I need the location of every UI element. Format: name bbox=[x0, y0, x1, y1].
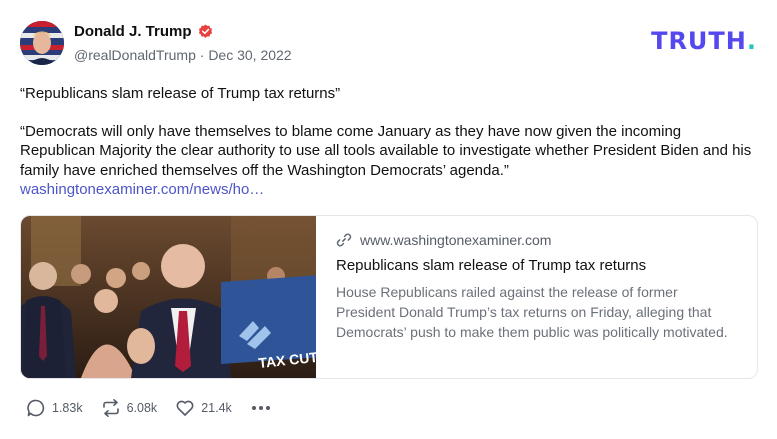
reply-button[interactable]: 1.83k bbox=[26, 398, 83, 418]
more-icon[interactable] bbox=[251, 406, 270, 410]
author-name[interactable]: Donald J. Trump bbox=[74, 23, 192, 40]
post-content: “Republicans slam release of Trump tax r… bbox=[20, 84, 760, 200]
retruth-count: 6.08k bbox=[126, 401, 158, 415]
reply-count: 1.83k bbox=[52, 401, 83, 415]
link-preview-image: TAX CUTS bbox=[21, 216, 316, 378]
link-preview-domain-row: www.washingtonexaminer.com bbox=[336, 232, 737, 248]
link-preview-description: House Republicans railed against the rel… bbox=[336, 284, 728, 340]
like-count: 21.4k bbox=[201, 401, 232, 415]
post-quote-title: “Republicans slam release of Trump tax r… bbox=[20, 85, 341, 102]
retruth-icon bbox=[102, 399, 119, 417]
post-body: “Democrats will only have themselves to … bbox=[20, 122, 752, 179]
reply-icon bbox=[27, 399, 45, 417]
link-preview-domain: www.washingtonexaminer.com bbox=[360, 232, 552, 248]
link-preview-body: www.washingtonexaminer.com Republicans s… bbox=[316, 216, 757, 378]
truth-logo[interactable]: TRUTH. bbox=[651, 27, 757, 55]
logo-dot: . bbox=[746, 27, 757, 55]
post-date[interactable]: Dec 30, 2022 bbox=[208, 47, 291, 63]
post-actions: 1.83k 6.08k 21.4k bbox=[26, 398, 270, 418]
like-button[interactable]: 21.4k bbox=[175, 398, 232, 418]
more-dot bbox=[258, 406, 263, 410]
author-name-row: Donald J. Trump bbox=[74, 23, 213, 40]
link-preview-card[interactable]: TAX CUTS www.washingtonexaminer.com Repu… bbox=[20, 215, 758, 379]
post-link[interactable]: washingtonexaminer.com/news/ho… bbox=[20, 180, 760, 200]
post-meta: @realDonaldTrump · Dec 30, 2022 bbox=[74, 47, 292, 63]
post-header: Donald J. Trump @realDonaldTrump · Dec 3… bbox=[20, 20, 757, 66]
like-icon bbox=[176, 400, 194, 416]
logo-text: TRUTH bbox=[651, 27, 747, 55]
avatar-image bbox=[20, 21, 64, 65]
meta-separator: · bbox=[199, 47, 205, 63]
author-handle[interactable]: @realDonaldTrump bbox=[74, 47, 196, 63]
link-icon bbox=[336, 233, 352, 247]
retruth-button[interactable]: 6.08k bbox=[101, 398, 158, 418]
link-preview-title[interactable]: Republicans slam release of Trump tax re… bbox=[336, 257, 737, 274]
more-dot bbox=[265, 406, 270, 410]
verified-badge-icon bbox=[198, 24, 212, 38]
more-dot bbox=[251, 406, 256, 410]
avatar[interactable] bbox=[20, 21, 64, 65]
